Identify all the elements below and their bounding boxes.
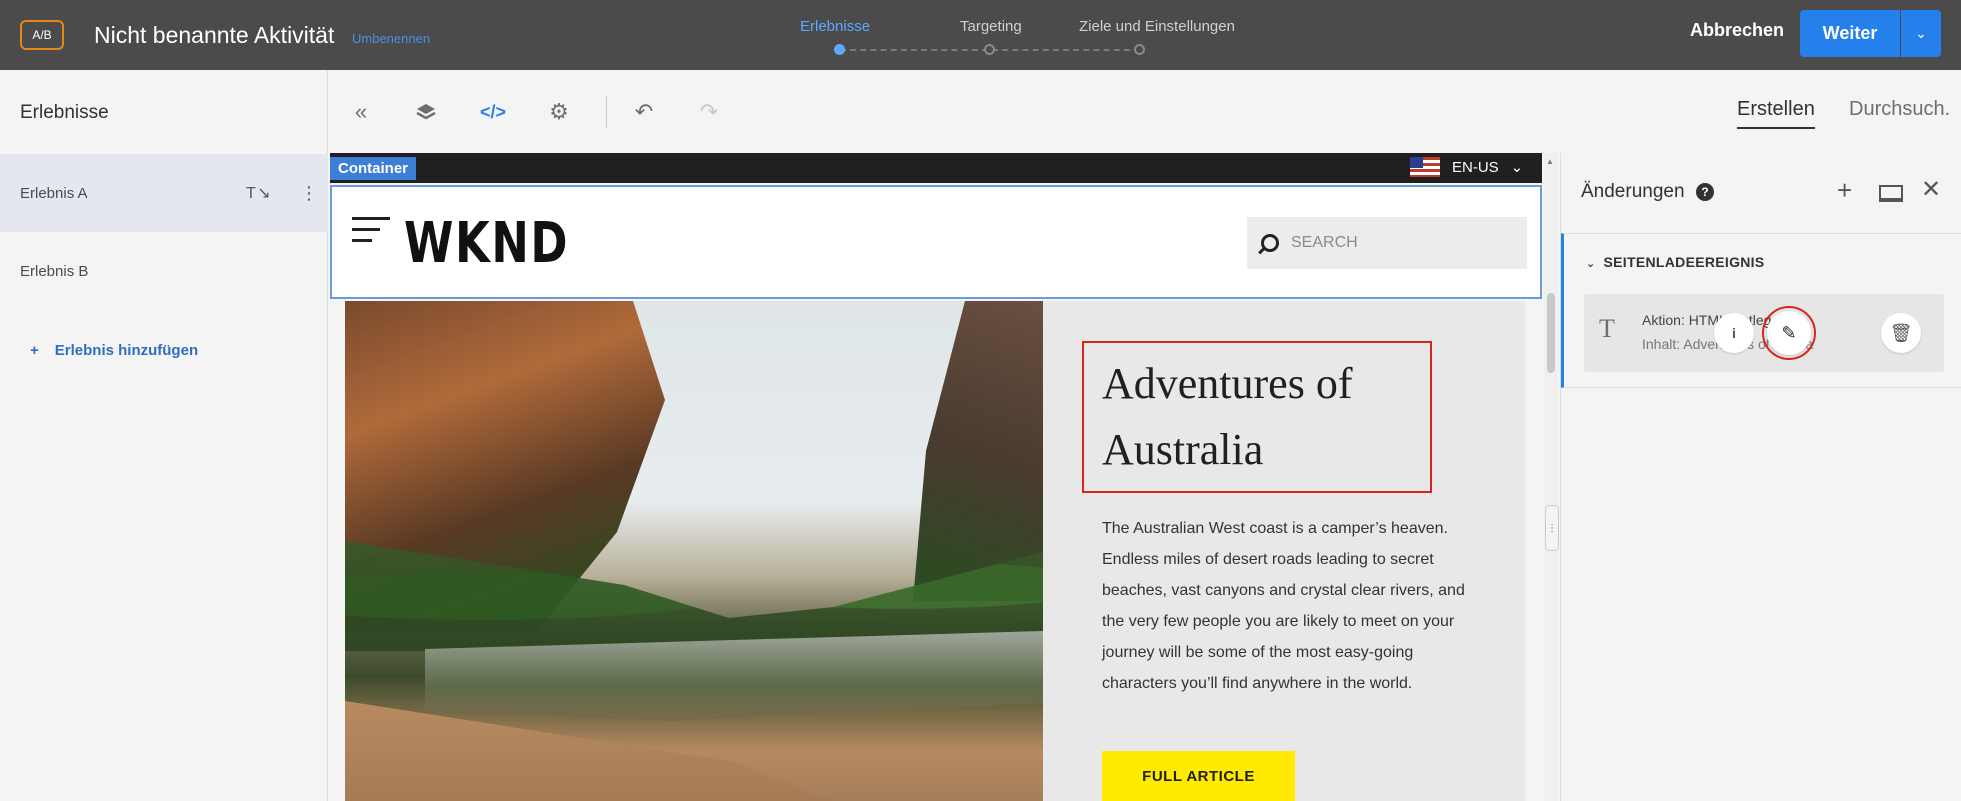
scroll-thumb[interactable] bbox=[1547, 293, 1555, 373]
image-cliff-right bbox=[913, 301, 1043, 601]
undo-icon[interactable]: ↶ bbox=[629, 97, 659, 127]
experience-item-b[interactable]: Erlebnis B bbox=[0, 232, 328, 310]
page-canvas: Container EN-US ⌄ WKND SEARCH Adventures… bbox=[330, 153, 1544, 801]
activity-title: Nicht benannte Aktivität bbox=[94, 22, 335, 48]
experience-item-a[interactable]: Erlebnis A T ↘ ⋮ bbox=[0, 154, 328, 232]
page-load-event-header[interactable]: ⌄ SEITENLADEEREIGNIS bbox=[1586, 254, 1765, 270]
panel-resize-handle[interactable]: ⋮ bbox=[1545, 505, 1559, 551]
experience-label: Erlebnis B bbox=[20, 262, 89, 280]
tab-browse[interactable]: Durchsuch. bbox=[1849, 98, 1950, 121]
next-dropdown-button[interactable]: ⌄ bbox=[1901, 10, 1941, 57]
trash-icon[interactable]: 🗑 bbox=[1881, 313, 1921, 353]
experiences-header: Erlebnisse bbox=[20, 102, 109, 123]
ab-activity-badge: A/B bbox=[20, 20, 64, 50]
hero-description[interactable]: The Australian West coast is a camper’s … bbox=[1102, 513, 1472, 699]
language-selector[interactable]: EN-US ⌄ bbox=[1410, 157, 1523, 177]
event-label: SEITENLADEEREIGNIS bbox=[1603, 254, 1765, 270]
step-dot-targeting bbox=[984, 44, 995, 55]
site-header[interactable]: WKND SEARCH bbox=[330, 185, 1542, 299]
close-icon[interactable]: ✕ bbox=[1921, 175, 1941, 204]
device-preview-icon[interactable] bbox=[1879, 185, 1903, 202]
edit-pencil-icon[interactable]: ✎ bbox=[1762, 306, 1816, 360]
workflow-steps: Erlebnisse Targeting Ziele und Einstellu… bbox=[800, 18, 1250, 58]
add-experience-button[interactable]: + Erlebnis hinzufügen bbox=[30, 342, 198, 359]
site-logo[interactable]: WKND bbox=[404, 211, 569, 276]
collapse-icon[interactable]: « bbox=[346, 97, 376, 127]
full-article-button[interactable]: FULL ARTICLE bbox=[1102, 751, 1295, 801]
step-targeting[interactable]: Targeting bbox=[960, 18, 1022, 35]
search-icon bbox=[1261, 234, 1279, 252]
cancel-button[interactable]: Abbrechen bbox=[1690, 20, 1784, 41]
language-label: EN-US bbox=[1452, 158, 1499, 176]
changes-title: Änderungen bbox=[1581, 181, 1685, 202]
canvas-scrollbar[interactable]: ▲ bbox=[1544, 153, 1558, 801]
search-placeholder: SEARCH bbox=[1291, 234, 1358, 251]
scroll-up-icon[interactable]: ▲ bbox=[1546, 157, 1554, 166]
hero-title[interactable]: Adventures of Australia bbox=[1102, 351, 1432, 483]
text-change-icon: T bbox=[1599, 314, 1615, 343]
container-label: Container bbox=[330, 157, 417, 180]
hamburger-menu-icon[interactable] bbox=[352, 217, 390, 250]
rename-link[interactable]: Umbenennen bbox=[352, 31, 430, 46]
gear-icon[interactable]: ⚙ bbox=[544, 97, 574, 127]
change-card[interactable]: T Aktion: HTML festlegen Inhalt: Adventu… bbox=[1584, 294, 1944, 372]
plus-icon: + bbox=[30, 342, 39, 359]
top-bar: A/B Nicht benannte Aktivität Umbenennen … bbox=[0, 0, 1961, 70]
step-dot-experiences bbox=[834, 44, 845, 55]
add-experience-label: Erlebnis hinzufügen bbox=[54, 342, 199, 359]
experiences-panel: Erlebnisse Erlebnis A T ↘ ⋮ Erlebnis B +… bbox=[0, 70, 328, 801]
page-load-event-section: ⌄ SEITENLADEEREIGNIS T Aktion: HTML festl… bbox=[1561, 233, 1961, 388]
hero-image[interactable] bbox=[345, 301, 1043, 801]
step-goals-settings[interactable]: Ziele und Einstellungen bbox=[1079, 18, 1235, 35]
tab-create[interactable]: Erstellen bbox=[1737, 98, 1815, 129]
step-dot-goals bbox=[1134, 44, 1145, 55]
code-icon[interactable]: </> bbox=[478, 97, 508, 127]
chevron-down-icon: ⌄ bbox=[1915, 25, 1927, 41]
info-icon[interactable]: i bbox=[1714, 313, 1754, 353]
text-format-icon[interactable]: T ↘ bbox=[246, 183, 271, 203]
toolbar-divider bbox=[606, 96, 607, 128]
step-experiences[interactable]: Erlebnisse bbox=[800, 18, 870, 35]
us-flag-icon bbox=[1410, 157, 1440, 177]
layers-icon[interactable] bbox=[411, 97, 441, 127]
redo-icon[interactable]: ↷ bbox=[694, 97, 724, 127]
more-options-icon[interactable]: ⋮ bbox=[300, 183, 318, 204]
hero-teaser[interactable]: Adventures of Australia The Australian W… bbox=[345, 301, 1525, 801]
chevron-down-icon: ⌄ bbox=[1510, 159, 1524, 176]
editor-toolbar: « </> ⚙ ↶ ↷ Erstellen Durchsuch. bbox=[330, 70, 1961, 154]
experience-label: Erlebnis A bbox=[20, 184, 88, 202]
chevron-down-icon: ⌄ bbox=[1586, 258, 1596, 270]
add-change-icon[interactable]: + bbox=[1837, 175, 1852, 206]
site-search-input[interactable]: SEARCH bbox=[1247, 217, 1527, 269]
help-icon[interactable]: ? bbox=[1696, 183, 1714, 201]
changes-panel: Änderungen ? + ✕ ⌄ SEITENLADEEREIGNIS T A… bbox=[1560, 153, 1961, 801]
next-button[interactable]: Weiter bbox=[1800, 10, 1900, 57]
site-top-strip: Container EN-US ⌄ bbox=[330, 153, 1542, 183]
